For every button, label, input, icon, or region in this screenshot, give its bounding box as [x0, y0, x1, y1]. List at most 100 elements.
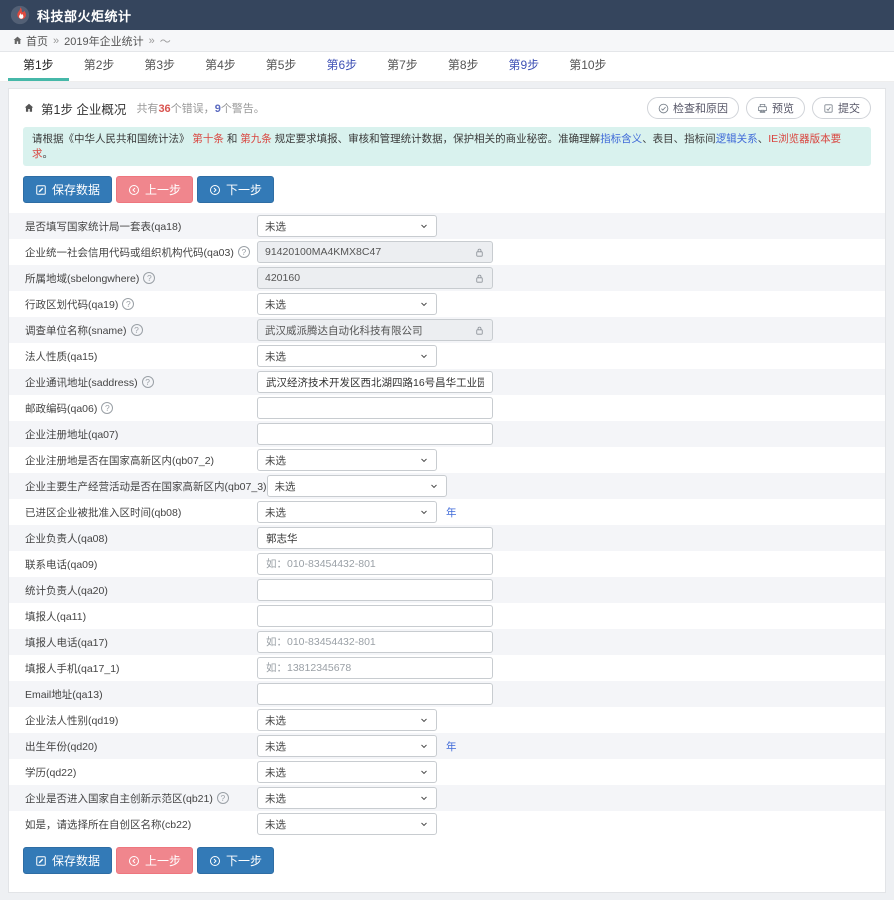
qd19-select[interactable]: 未选	[257, 709, 437, 731]
tab-step-8[interactable]: 第8步	[433, 52, 494, 81]
qa19-select[interactable]: 未选	[257, 293, 437, 315]
qa18-select[interactable]: 未选	[257, 215, 437, 237]
notice-link[interactable]: 指标含义	[600, 133, 642, 145]
label-text: 填报人电话(qa17)	[25, 635, 108, 650]
qb08-select[interactable]: 未选	[257, 501, 437, 523]
cb22-select[interactable]: 未选	[257, 813, 437, 835]
sbelongwhere-readonly-field: 420160	[257, 267, 493, 289]
selected-value: 未选	[265, 453, 286, 468]
label-text: 统计负责人(qa20)	[25, 583, 108, 598]
arrow-right-icon	[209, 855, 221, 867]
label-text: 联系电话(qa09)	[25, 557, 97, 572]
field-control	[257, 527, 493, 549]
qa09-input[interactable]	[257, 553, 493, 575]
save-icon	[35, 855, 47, 867]
sname-readonly-field: 武汉威派腾达自动化科技有限公司	[257, 319, 493, 341]
form-row-qa17_1: 填报人手机(qa17_1)	[9, 655, 885, 681]
form-row-sbelongwhere: 所属地域(sbelongwhere)?420160	[9, 265, 885, 291]
field-control	[257, 657, 493, 679]
qb21-select[interactable]: 未选	[257, 787, 437, 809]
check-circle-button[interactable]: 检查和原因	[647, 97, 739, 119]
next-step-button[interactable]: 下一步	[197, 847, 274, 874]
notice-link[interactable]: 逻辑关系	[716, 133, 758, 145]
qa17_1-input[interactable]	[257, 657, 493, 679]
field-control	[257, 371, 493, 393]
tab-step-10[interactable]: 第10步	[554, 52, 621, 81]
qd20-select[interactable]: 未选	[257, 735, 437, 757]
breadcrumb-separator: »	[53, 35, 59, 47]
field-label-qa17_1: 填报人手机(qa17_1)	[25, 661, 257, 676]
qa07-input[interactable]	[257, 423, 493, 445]
next-step-button[interactable]: 下一步	[197, 176, 274, 203]
field-label-qd20: 出生年份(qd20)	[25, 739, 257, 754]
qd22-select[interactable]: 未选	[257, 761, 437, 783]
tab-step-9[interactable]: 第9步	[494, 52, 555, 81]
breadcrumb-home[interactable]: 首页	[12, 33, 48, 49]
help-icon[interactable]: ?	[238, 246, 250, 258]
field-control	[257, 605, 493, 627]
qa17-input[interactable]	[257, 631, 493, 653]
field-control: 420160	[257, 267, 493, 289]
help-icon[interactable]: ?	[143, 272, 155, 284]
form-row-qd20: 出生年份(qd20)未选年	[9, 733, 885, 759]
qb07_2-select[interactable]: 未选	[257, 449, 437, 471]
help-icon[interactable]: ?	[131, 324, 143, 336]
field-control	[257, 423, 493, 445]
label-text: 企业注册地址(qa07)	[25, 427, 118, 442]
printer-icon	[757, 103, 768, 114]
tab-step-2[interactable]: 第2步	[69, 52, 130, 81]
qa06-input[interactable]	[257, 397, 493, 419]
help-icon[interactable]: ?	[101, 402, 113, 414]
chevron-down-icon	[419, 715, 429, 725]
form-row-saddress: 企业通讯地址(saddress)?	[9, 369, 885, 395]
qa15-select[interactable]: 未选	[257, 345, 437, 367]
pill-label: 预览	[772, 100, 794, 116]
field-label-qa11: 填报人(qa11)	[25, 609, 257, 624]
tab-step-6[interactable]: 第6步	[311, 52, 372, 81]
label-text: Email地址(qa13)	[25, 687, 103, 702]
form-row-sname: 调查单位名称(sname)?武汉威派腾达自动化科技有限公司	[9, 317, 885, 343]
label-text: 出生年份(qd20)	[25, 739, 97, 754]
button-label: 上一步	[145, 852, 181, 869]
tab-step-4[interactable]: 第4步	[190, 52, 251, 81]
notice-text: 第九条	[240, 133, 272, 145]
help-icon[interactable]: ?	[217, 792, 229, 804]
button-label: 下一步	[226, 181, 262, 198]
qa20-input[interactable]	[257, 579, 493, 601]
breadcrumb-item-survey[interactable]: 2019年企业统计	[64, 33, 143, 49]
field-label-sname: 调查单位名称(sname)?	[25, 323, 257, 338]
form-row-qb08: 已进区企业被批准入区时间(qb08)未选年	[9, 499, 885, 525]
prev-step-button[interactable]: 上一步	[116, 176, 193, 203]
saddress-input[interactable]	[257, 371, 493, 393]
chevron-down-icon	[419, 221, 429, 231]
field-control: 未选	[257, 787, 437, 809]
qa13-input[interactable]	[257, 683, 493, 705]
chevron-down-icon	[419, 455, 429, 465]
help-icon[interactable]: ?	[122, 298, 134, 310]
qa03-readonly-field: 91420100MA4KMX8C47	[257, 241, 493, 263]
form-area: 是否填写国家统计局一套表(qa18)未选企业统一社会信用代码或组织机构代码(qa…	[9, 213, 885, 837]
selected-value: 未选	[275, 479, 296, 494]
label-text: 如是，请选择所在自创区名称(cb22)	[25, 817, 191, 832]
home-icon	[23, 102, 35, 114]
qa08-input[interactable]	[257, 527, 493, 549]
help-icon[interactable]: ?	[142, 376, 154, 388]
qb07_3-select[interactable]: 未选	[267, 475, 447, 497]
tab-step-7[interactable]: 第7步	[372, 52, 433, 81]
prev-step-button[interactable]: 上一步	[116, 847, 193, 874]
tab-step-1[interactable]: 第1步	[8, 52, 69, 81]
save-data-button[interactable]: 保存数据	[23, 176, 112, 203]
save-data-button[interactable]: 保存数据	[23, 847, 112, 874]
qa11-input[interactable]	[257, 605, 493, 627]
tab-step-3[interactable]: 第3步	[129, 52, 190, 81]
header-actions: 检查和原因 预览 提交	[647, 97, 871, 119]
form-row-qd19: 企业法人性别(qd19)未选	[9, 707, 885, 733]
label-text: 学历(qd22)	[25, 765, 76, 780]
printer-button[interactable]: 预览	[746, 97, 805, 119]
tab-step-5[interactable]: 第5步	[251, 52, 312, 81]
field-control: 91420100MA4KMX8C47	[257, 241, 493, 263]
field-control	[257, 579, 493, 601]
field-label-qb08: 已进区企业被批准入区时间(qb08)	[25, 505, 257, 520]
submit-button[interactable]: 提交	[812, 97, 871, 119]
breadcrumb-item-current: ～	[160, 33, 171, 49]
